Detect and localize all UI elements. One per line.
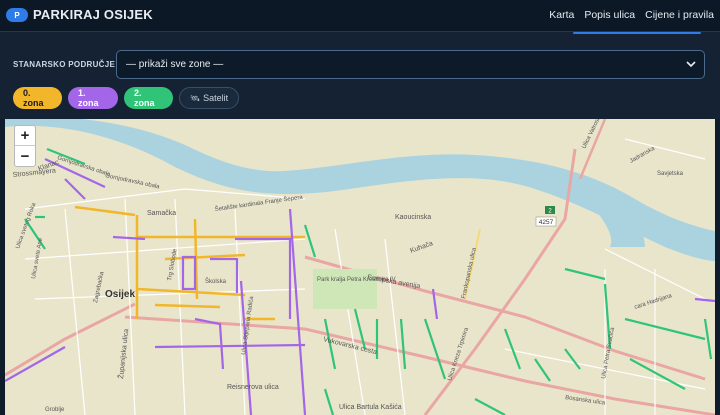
label-kuhaca: Kuhača bbox=[409, 240, 434, 255]
chevron-down-icon bbox=[686, 61, 696, 68]
satellite-icon: 🛰 bbox=[189, 93, 201, 103]
label-skolska: Školska bbox=[205, 278, 227, 285]
road-west bbox=[5, 302, 136, 377]
label-gornjodravska-2: Gornjodravska obala bbox=[105, 173, 161, 191]
zone-0-streets bbox=[74, 205, 305, 321]
route-label: 4257 bbox=[539, 219, 554, 226]
label-zupanijska: Županijska ulica bbox=[116, 328, 130, 379]
label-park: Park kralja Petra Krešimira IV bbox=[317, 277, 396, 283]
satellite-button[interactable]: 🛰 Satelit bbox=[179, 87, 239, 109]
nav-prices-rules[interactable]: Cijene i pravila bbox=[645, 9, 714, 21]
label-kasica: Ulica Bartula Kašića bbox=[339, 404, 402, 411]
label-hadrijanova: cara Hadrijana bbox=[634, 293, 674, 311]
top-navbar: P PARKIRAJ OSIJEK Karta Popis ulica Cije… bbox=[0, 0, 720, 31]
road-vukovarska bbox=[124, 315, 715, 415]
zoom-in-button[interactable]: + bbox=[15, 126, 35, 146]
app-title[interactable]: PARKIRAJ OSIJEK bbox=[33, 7, 153, 22]
label-kneza: Ulica Kneza Trpimira bbox=[447, 326, 470, 381]
zone-1-button[interactable]: 1. zona bbox=[68, 87, 118, 109]
map-svg: 4257 2 Strossmayera Klanac Gornjodravska… bbox=[5, 119, 715, 415]
label-samacka: Samačka bbox=[147, 210, 176, 217]
label-gornjodravska: Gornjodravska obala bbox=[56, 155, 111, 178]
area-select[interactable]: — prikaži sve zone — bbox=[116, 50, 705, 79]
main-nav: Karta Popis ulica Cijene i pravila bbox=[549, 9, 714, 21]
label-savjetska: Savjetska bbox=[657, 171, 684, 177]
label-jadranska: Jadranska bbox=[629, 145, 657, 164]
label-psv: Ulica Petra Svačića bbox=[601, 326, 616, 379]
label-zagrebacka: Zagrebačka bbox=[93, 271, 106, 304]
logo-icon[interactable]: P bbox=[6, 8, 28, 22]
zone-2-button[interactable]: 2. zona bbox=[124, 87, 173, 109]
filter-panel: STANARSKO PODRUČJE — prikaži sve zone — … bbox=[0, 31, 720, 119]
river-drava bbox=[5, 119, 715, 261]
zone-0-button[interactable]: 0. zona bbox=[13, 87, 62, 109]
label-reisnerova: Reisnerova ulica bbox=[227, 384, 279, 391]
area-label: STANARSKO PODRUČJE bbox=[13, 60, 116, 69]
label-groblje: Groblje bbox=[45, 407, 65, 413]
label-kaoucinska: Kaoucinska bbox=[395, 214, 431, 221]
zoom-control: + − bbox=[14, 125, 36, 167]
map-canvas[interactable]: 4257 2 Strossmayera Klanac Gornjodravska… bbox=[5, 119, 715, 415]
active-tab-indicator bbox=[573, 32, 701, 34]
label-osijek: Osijek bbox=[105, 289, 135, 300]
map-labels: Strossmayera Klanac Gornjodravska obala … bbox=[12, 119, 683, 413]
zone-filters: 0. zona 1. zona 2. zona 🛰 Satelit bbox=[13, 87, 239, 109]
satellite-label: Satelit bbox=[203, 93, 229, 103]
nav-street-list[interactable]: Popis ulica bbox=[584, 9, 635, 21]
label-frankopanska: Frankopanska ulica bbox=[461, 247, 478, 300]
label-trg: Trg Slobode bbox=[167, 248, 179, 282]
nav-map[interactable]: Karta bbox=[549, 9, 574, 21]
area-select-value: — prikaži sve zone — bbox=[126, 59, 224, 70]
zoom-out-button[interactable]: − bbox=[15, 146, 35, 166]
